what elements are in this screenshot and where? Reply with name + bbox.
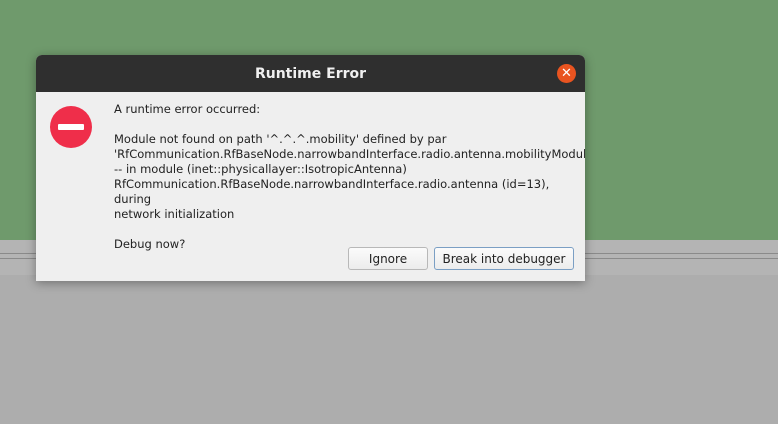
break-into-debugger-button[interactable]: Break into debugger — [434, 247, 574, 270]
message-area: A runtime error occurred: Module not foun… — [114, 102, 585, 252]
close-icon[interactable]: ✕ — [557, 64, 576, 83]
error-stop-icon — [50, 106, 92, 148]
error-heading: A runtime error occurred: — [114, 102, 261, 116]
error-message: Module not found on path '^.^.^.mobility… — [114, 132, 585, 221]
runtime-error-dialog: Runtime Error ✕ A runtime error occurred… — [36, 55, 585, 281]
dialog-titlebar[interactable]: Runtime Error ✕ — [36, 55, 585, 92]
ignore-button[interactable]: Ignore — [348, 247, 428, 270]
dialog-title: Runtime Error — [254, 65, 367, 82]
